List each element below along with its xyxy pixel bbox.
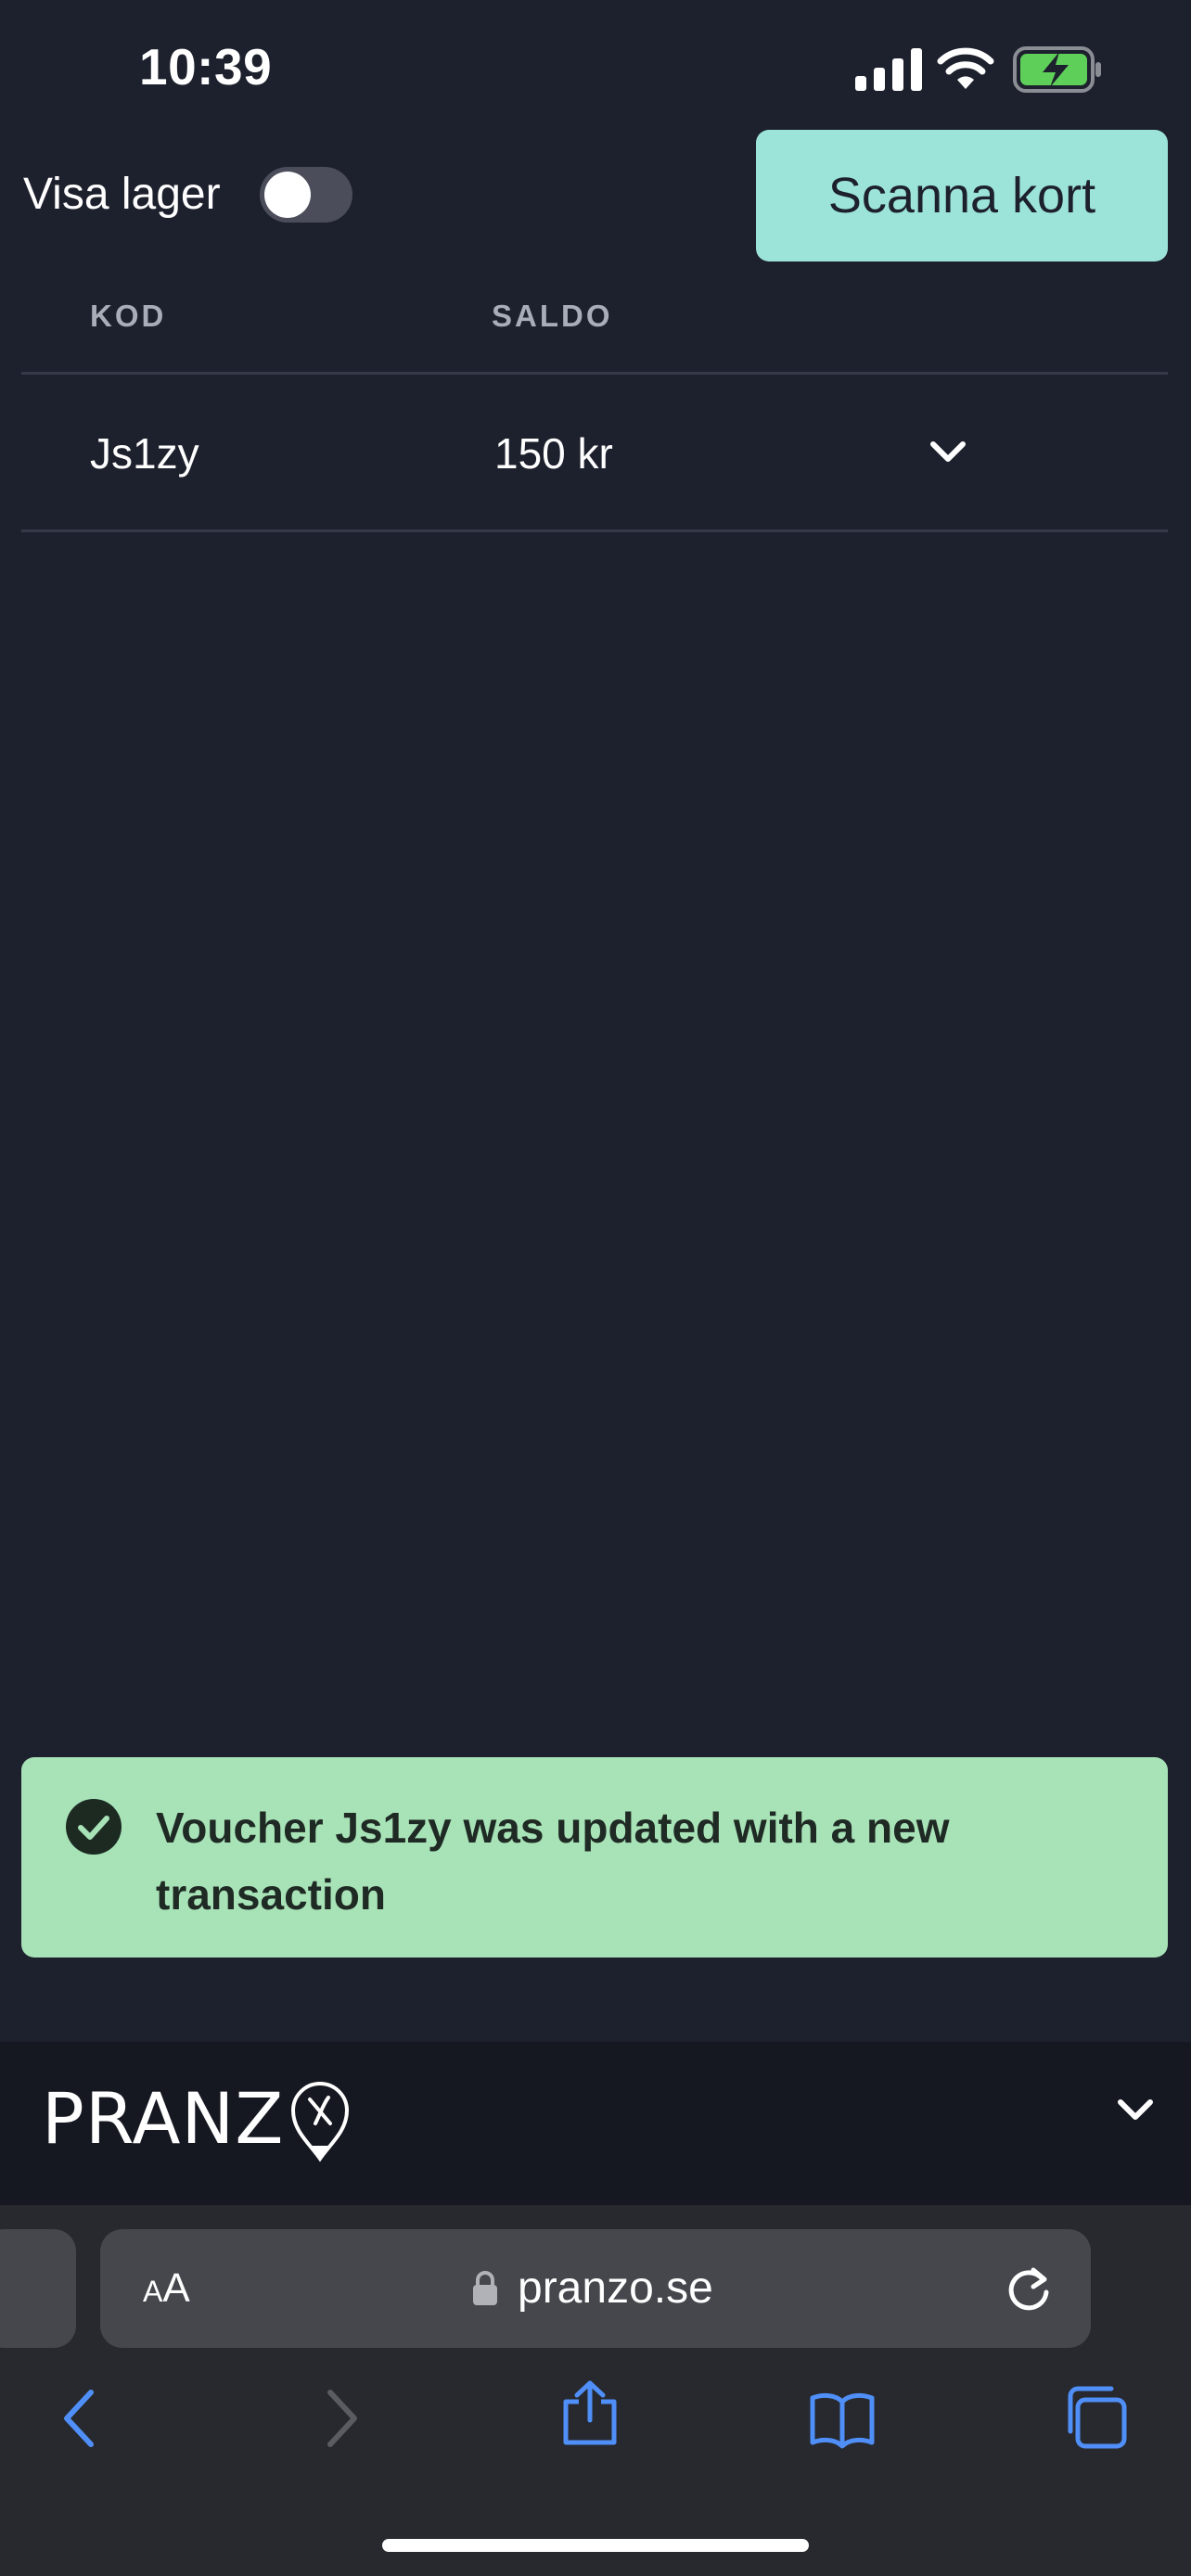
voucher-balance-cell: 150 kr (494, 429, 613, 478)
pranzo-logo[interactable]: PRANZ (42, 2077, 284, 2160)
forward-icon[interactable] (306, 2385, 373, 2452)
location-pin-logo-icon (290, 2082, 350, 2162)
battery-charging-icon (1013, 46, 1101, 93)
url-text[interactable]: pranzo.se (518, 2263, 713, 2314)
table-row-divider (21, 529, 1168, 532)
cellular-signal-icon (855, 48, 922, 91)
bookmarks-icon[interactable] (809, 2387, 876, 2454)
reload-icon[interactable] (1005, 2263, 1054, 2315)
text-size-small-a: A (143, 2275, 163, 2308)
tabs-icon[interactable] (1061, 2383, 1128, 2450)
column-header-kod: KOD (90, 299, 167, 333)
text-size-large-a: A (162, 2265, 190, 2311)
check-circle-icon (66, 1799, 122, 1855)
home-indicator (382, 2539, 809, 2552)
column-header-saldo: SALDO (492, 299, 613, 333)
toggle-knob (264, 172, 311, 218)
text-size-button[interactable]: AA (143, 2265, 190, 2312)
share-icon[interactable] (557, 2379, 623, 2446)
voucher-code-cell: Js1zy (90, 429, 199, 478)
chevron-down-icon[interactable] (1115, 2094, 1156, 2127)
chevron-down-icon[interactable] (928, 436, 968, 469)
table-header-divider (21, 372, 1168, 375)
lock-icon (473, 2271, 497, 2305)
scan-card-button[interactable]: Scanna kort (756, 130, 1168, 261)
wifi-icon (937, 47, 994, 89)
back-icon[interactable] (48, 2385, 115, 2452)
visa-lager-label: Visa lager (23, 170, 221, 219)
previous-tab-preview[interactable] (0, 2229, 76, 2348)
toast-message: Voucher Js1zy was updated with a new tra… (156, 1804, 950, 1919)
status-time: 10:39 (139, 38, 273, 96)
